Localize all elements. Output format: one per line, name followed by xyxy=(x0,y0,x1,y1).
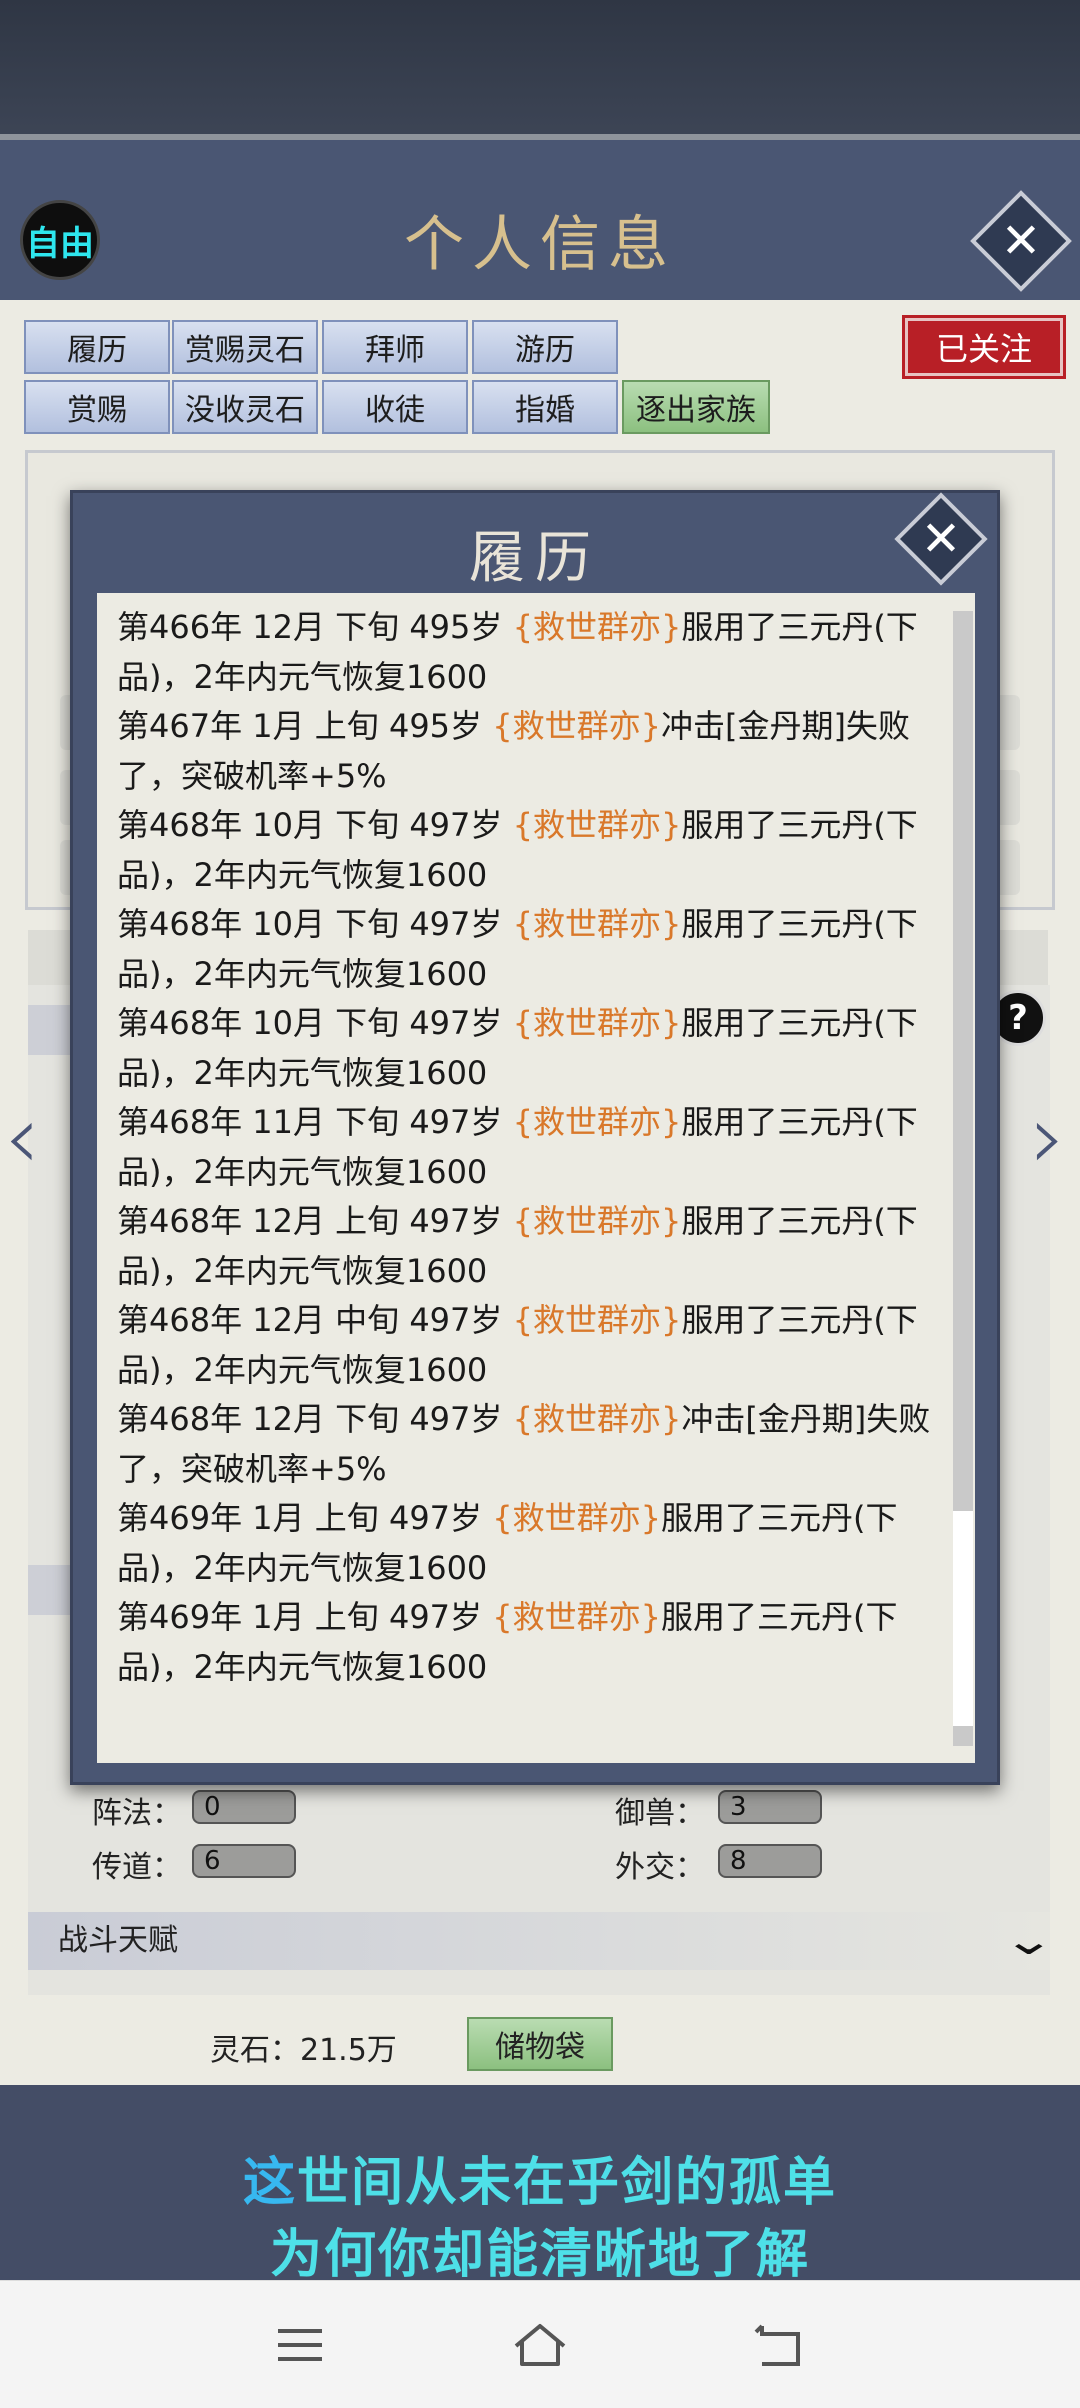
history-log[interactable]: 第466年 12月 下旬 495岁 {救世群亦}服用了三元丹(下品)，2年内元气… xyxy=(97,593,975,1763)
subtitle-line-1: 这世间从未在乎剑的孤单 xyxy=(0,2140,1080,2215)
tab-history[interactable]: 履历 xyxy=(24,320,170,374)
entry-character-name[interactable]: {救世群亦} xyxy=(513,1202,682,1240)
history-entry: 第466年 12月 下旬 495岁 {救世群亦}服用了三元丹(下品)，2年内元气… xyxy=(117,603,947,702)
chevron-down-icon[interactable]: ⌄ xyxy=(1002,1918,1056,1964)
entry-date: 第468年 12月 中旬 497岁 xyxy=(117,1301,513,1339)
history-entry: 第468年 10月 下旬 497岁 {救世群亦}服用了三元丹(下品)，2年内元气… xyxy=(117,801,947,900)
entry-date: 第467年 1月 上旬 495岁 xyxy=(117,707,493,745)
entry-date: 第469年 1月 上旬 497岁 xyxy=(117,1598,493,1636)
history-entry: 第468年 12月 上旬 497岁 {救世群亦}服用了三元丹(下品)，2年内元气… xyxy=(117,1197,947,1296)
tab-reward-stones[interactable]: 赏赐灵石 xyxy=(172,320,318,374)
top-dark-area xyxy=(0,0,1080,140)
history-entry: 第468年 10月 下旬 497岁 {救世群亦}服用了三元丹(下品)，2年内元气… xyxy=(117,900,947,999)
entry-character-name[interactable]: {救世群亦} xyxy=(513,806,682,844)
history-entry: 第468年 12月 中旬 497岁 {救世群亦}服用了三元丹(下品)，2年内元气… xyxy=(117,1296,947,1395)
entry-date: 第468年 10月 下旬 497岁 xyxy=(117,806,513,844)
subtitle-line-1-rest: 世间从未在乎剑的孤单 xyxy=(297,2153,838,2213)
entry-character-name[interactable]: {救世群亦} xyxy=(492,1499,661,1537)
scrollbar[interactable] xyxy=(953,611,973,1746)
close-icon: ✕ xyxy=(920,511,962,567)
entry-character-name[interactable]: {救世群亦} xyxy=(513,1103,682,1141)
tab-travel[interactable]: 游历 xyxy=(472,320,618,374)
tab-apprentice[interactable]: 拜师 xyxy=(322,320,468,374)
followed-button[interactable]: 已关注 xyxy=(902,315,1066,379)
page-title: 个人信息 xyxy=(404,210,676,280)
diplomacy-value: 8 xyxy=(718,1844,822,1878)
scroll-thumb[interactable] xyxy=(953,611,973,1511)
home-icon[interactable] xyxy=(500,2305,580,2385)
history-entry: 第469年 1月 上旬 497岁 {救世群亦}服用了三元丹(下品)，2年内元气恢… xyxy=(117,1593,947,1692)
modal-title: 履历 xyxy=(469,526,601,591)
tab-confiscate-stones[interactable]: 没收灵石 xyxy=(172,380,318,434)
free-mode-badge[interactable]: 自由 xyxy=(20,200,100,280)
scroll-end xyxy=(953,1726,973,1746)
preach-value: 6 xyxy=(192,1844,296,1878)
entry-date: 第468年 11月 下旬 497岁 xyxy=(117,1103,513,1141)
entry-date: 第468年 12月 上旬 497岁 xyxy=(117,1202,513,1240)
tab-take-disciple[interactable]: 收徒 xyxy=(322,380,468,434)
tab-reward[interactable]: 赏赐 xyxy=(24,380,170,434)
subtitle-first-char: 这 xyxy=(242,2153,297,2213)
entry-character-name[interactable]: {救世群亦} xyxy=(513,1400,682,1438)
history-entry: 第468年 10月 下旬 497岁 {救世群亦}服用了三元丹(下品)，2年内元气… xyxy=(117,999,947,1098)
subtitle-line-2: 为何你却能清晰地了解 xyxy=(269,2225,810,2285)
history-entry: 第468年 12月 下旬 497岁 {救世群亦}冲击[金丹期]失败了，突破机率+… xyxy=(117,1395,947,1494)
next-arrow-icon[interactable]: › xyxy=(1030,1085,1066,1190)
preach-label: 传道： xyxy=(92,1850,182,1885)
beast-value: 3 xyxy=(718,1790,822,1824)
tab-arrange-marriage[interactable]: 指婚 xyxy=(472,380,618,434)
entry-date: 第468年 10月 下旬 497岁 xyxy=(117,1004,513,1042)
close-icon: ✕ xyxy=(1000,213,1042,269)
entry-character-name[interactable]: {救世群亦} xyxy=(492,707,661,745)
beast-label: 御兽： xyxy=(615,1796,705,1831)
history-list: 第466年 12月 下旬 495岁 {救世群亦}服用了三元丹(下品)，2年内元气… xyxy=(117,603,947,1692)
entry-character-name[interactable]: {救世群亦} xyxy=(513,905,682,943)
storage-bag-button[interactable]: 储物袋 xyxy=(467,2017,613,2071)
formation-value: 0 xyxy=(192,1790,296,1824)
system-navbar xyxy=(0,2280,1080,2408)
menu-icon[interactable] xyxy=(260,2305,340,2385)
entry-character-name[interactable]: {救世群亦} xyxy=(492,1598,661,1636)
battle-talent-header[interactable]: 战斗天赋 xyxy=(28,1912,1050,1970)
entry-date: 第469年 1月 上旬 497岁 xyxy=(117,1499,493,1537)
tab-expel-family[interactable]: 逐出家族 xyxy=(622,380,770,434)
entry-date: 第466年 12月 下旬 495岁 xyxy=(117,608,513,646)
prev-arrow-icon[interactable]: ‹ xyxy=(4,1085,40,1190)
diplomacy-label: 外交： xyxy=(615,1850,705,1885)
history-entry: 第467年 1月 上旬 495岁 {救世群亦}冲击[金丹期]失败了，突破机率+5… xyxy=(117,702,947,801)
spirit-stone-count: 灵石：21.5万 xyxy=(210,2033,397,2068)
entry-character-name[interactable]: {救世群亦} xyxy=(513,608,682,646)
back-icon[interactable] xyxy=(740,2305,820,2385)
history-entry: 第468年 11月 下旬 497岁 {救世群亦}服用了三元丹(下品)，2年内元气… xyxy=(117,1098,947,1197)
history-modal: 履历 第466年 12月 下旬 495岁 {救世群亦}服用了三元丹(下品)，2年… xyxy=(70,490,1000,1785)
formation-label: 阵法： xyxy=(92,1796,182,1831)
entry-character-name[interactable]: {救世群亦} xyxy=(513,1301,682,1339)
entry-date: 第468年 12月 下旬 497岁 xyxy=(117,1400,513,1438)
entry-character-name[interactable]: {救世群亦} xyxy=(513,1004,682,1042)
history-entry: 第469年 1月 上旬 497岁 {救世群亦}服用了三元丹(下品)，2年内元气恢… xyxy=(117,1494,947,1593)
entry-date: 第468年 10月 下旬 497岁 xyxy=(117,905,513,943)
